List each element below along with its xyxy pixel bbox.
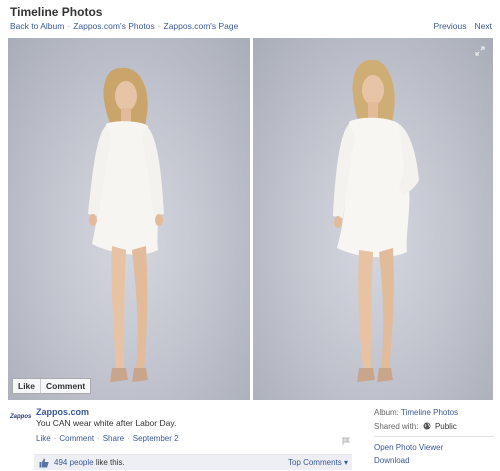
photo-action-bar: Like Comment bbox=[12, 378, 92, 394]
globe-icon bbox=[423, 422, 431, 430]
post-author-link[interactable]: Zappos.com bbox=[36, 407, 346, 417]
privacy-row: Shared with: Public bbox=[374, 422, 494, 431]
zappos-photos-link[interactable]: Zappos.com's Photos bbox=[73, 21, 154, 31]
breadcrumb: Back to Album · Zappos.com's Photos · Zappos… bbox=[10, 21, 238, 31]
post-actions: Like · Comment · Share · September 2 bbox=[36, 434, 346, 443]
previous-link[interactable]: Previous bbox=[433, 21, 466, 31]
shared-with-label: Shared with: bbox=[374, 422, 419, 431]
flag-icon[interactable] bbox=[342, 437, 350, 445]
meta-separator: · bbox=[127, 434, 130, 443]
next-link[interactable]: Next bbox=[475, 21, 492, 31]
likes-suffix: like this. bbox=[95, 458, 125, 467]
post-share-link[interactable]: Share bbox=[103, 434, 124, 443]
likes-count-link[interactable]: 494 people bbox=[54, 458, 94, 467]
post-like-link[interactable]: Like bbox=[36, 434, 51, 443]
back-to-album-link[interactable]: Back to Album bbox=[10, 21, 64, 31]
photo-navigation: Previous Next bbox=[425, 21, 492, 31]
thumbs-up-icon bbox=[39, 458, 49, 468]
breadcrumb-separator: · bbox=[67, 21, 71, 31]
photo-details-sidebar: Album: Timeline Photos Shared with: Publ… bbox=[374, 408, 494, 469]
zappos-page-link[interactable]: Zappos.com's Page bbox=[164, 21, 239, 31]
breadcrumb-separator: · bbox=[157, 21, 161, 31]
model-figure-right bbox=[333, 59, 419, 382]
post-body: Zappos.com You CAN wear white after Labo… bbox=[36, 407, 346, 443]
zappos-logo[interactable]: Zappos bbox=[10, 409, 32, 425]
post-date-link[interactable]: September 2 bbox=[133, 434, 179, 443]
top-comments-dropdown[interactable]: Top Comments ▾ bbox=[288, 458, 348, 467]
open-photo-viewer-link[interactable]: Open Photo Viewer bbox=[374, 443, 494, 452]
meta-separator: · bbox=[53, 434, 57, 443]
photo-comment-button[interactable]: Comment bbox=[41, 379, 90, 393]
download-link[interactable]: Download bbox=[374, 456, 494, 465]
model-figure-left bbox=[88, 67, 164, 382]
meta-separator: · bbox=[97, 434, 100, 443]
album-label: Album: bbox=[374, 408, 399, 417]
post-comment-link[interactable]: Comment bbox=[59, 434, 94, 443]
likes-summary: 494 people like this. bbox=[54, 458, 125, 467]
photo-left-panel: Like Comment bbox=[8, 38, 250, 400]
privacy-public[interactable]: Public bbox=[435, 422, 457, 431]
album-row: Album: Timeline Photos bbox=[374, 408, 494, 417]
expand-icon[interactable] bbox=[475, 46, 485, 56]
page-title: Timeline Photos bbox=[10, 5, 103, 19]
post-caption: You CAN wear white after Labor Day. bbox=[36, 418, 177, 428]
photo-like-button[interactable]: Like bbox=[13, 379, 42, 393]
sidebar-divider bbox=[374, 436, 494, 437]
album-link[interactable]: Timeline Photos bbox=[401, 408, 458, 417]
likes-bar: 494 people like this. Top Comments ▾ bbox=[34, 454, 352, 470]
photo-stage[interactable]: Like Comment bbox=[8, 38, 493, 400]
photo-right-panel bbox=[253, 38, 493, 400]
